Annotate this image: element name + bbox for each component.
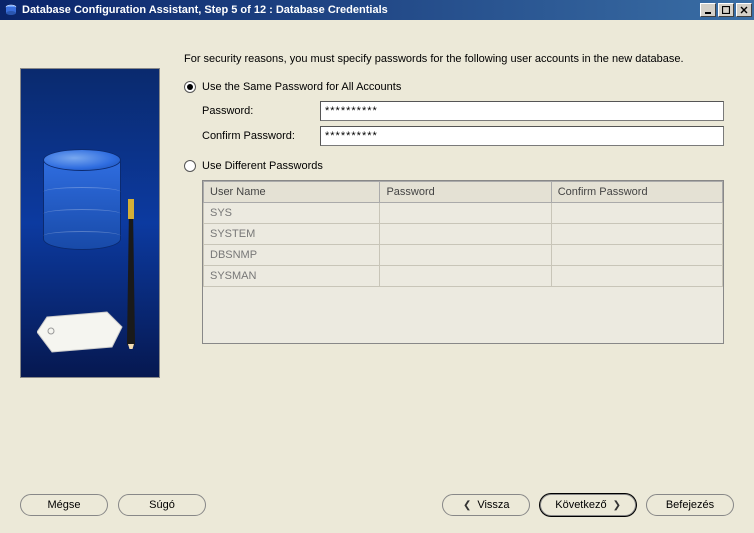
col-password[interactable]: Password (380, 181, 551, 202)
same-password-form: Password: Confirm Password: (202, 101, 724, 146)
confirm-password-label: Confirm Password: (202, 130, 320, 142)
cell-confirm[interactable] (551, 244, 722, 265)
chevron-right-icon: ❯ (613, 500, 621, 511)
cancel-button[interactable]: Mégse (20, 494, 108, 516)
back-label: Vissza (477, 499, 509, 511)
cell-password[interactable] (380, 244, 551, 265)
same-password-label: Use the Same Password for All Accounts (202, 81, 401, 93)
maximize-button[interactable] (718, 3, 734, 17)
content-area: For security reasons, you must specify p… (0, 20, 754, 480)
app-icon (4, 3, 18, 17)
confirm-password-input[interactable] (320, 126, 724, 146)
different-passwords-label: Use Different Passwords (202, 160, 323, 172)
cell-password[interactable] (380, 265, 551, 286)
col-confirm[interactable]: Confirm Password (551, 181, 722, 202)
cell-password[interactable] (380, 223, 551, 244)
table-row: SYS (204, 202, 723, 223)
wizard-footer: Mégse Súgó ❮ Vissza Következő ❯ Befejezé… (0, 480, 754, 530)
help-button[interactable]: Súgó (118, 494, 206, 516)
same-password-option[interactable]: Use the Same Password for All Accounts (184, 81, 724, 93)
table-row: SYSTEM (204, 223, 723, 244)
password-label: Password: (202, 105, 320, 117)
cell-user: SYS (204, 202, 380, 223)
table-row: SYSMAN (204, 265, 723, 286)
table-row: DBSNMP (204, 244, 723, 265)
password-input[interactable] (320, 101, 724, 121)
window-title: Database Configuration Assistant, Step 5… (22, 4, 700, 16)
wizard-illustration (20, 68, 160, 378)
different-passwords-option[interactable]: Use Different Passwords (184, 160, 724, 172)
tag-icon (37, 307, 127, 357)
cell-user: SYSMAN (204, 265, 380, 286)
radio-unselected-icon (184, 160, 196, 172)
cell-confirm[interactable] (551, 223, 722, 244)
cell-password[interactable] (380, 202, 551, 223)
close-button[interactable] (736, 3, 752, 17)
table-header-row: User Name Password Confirm Password (204, 181, 723, 202)
next-label: Következő (555, 499, 606, 511)
main-panel: For security reasons, you must specify p… (160, 44, 734, 480)
next-button[interactable]: Következő ❯ (540, 494, 636, 516)
database-icon (43, 149, 121, 249)
intro-text: For security reasons, you must specify p… (184, 52, 724, 67)
cell-confirm[interactable] (551, 265, 722, 286)
finish-button[interactable]: Befejezés (646, 494, 734, 516)
cell-user: DBSNMP (204, 244, 380, 265)
cell-confirm[interactable] (551, 202, 722, 223)
minimize-button[interactable] (700, 3, 716, 17)
col-username[interactable]: User Name (204, 181, 380, 202)
cell-user: SYSTEM (204, 223, 380, 244)
titlebar: Database Configuration Assistant, Step 5… (0, 0, 754, 20)
passwords-table: User Name Password Confirm Password SYSS… (202, 180, 724, 344)
chevron-left-icon: ❮ (463, 500, 471, 511)
back-button[interactable]: ❮ Vissza (442, 494, 530, 516)
radio-selected-icon (184, 81, 196, 93)
window-controls (700, 3, 752, 17)
